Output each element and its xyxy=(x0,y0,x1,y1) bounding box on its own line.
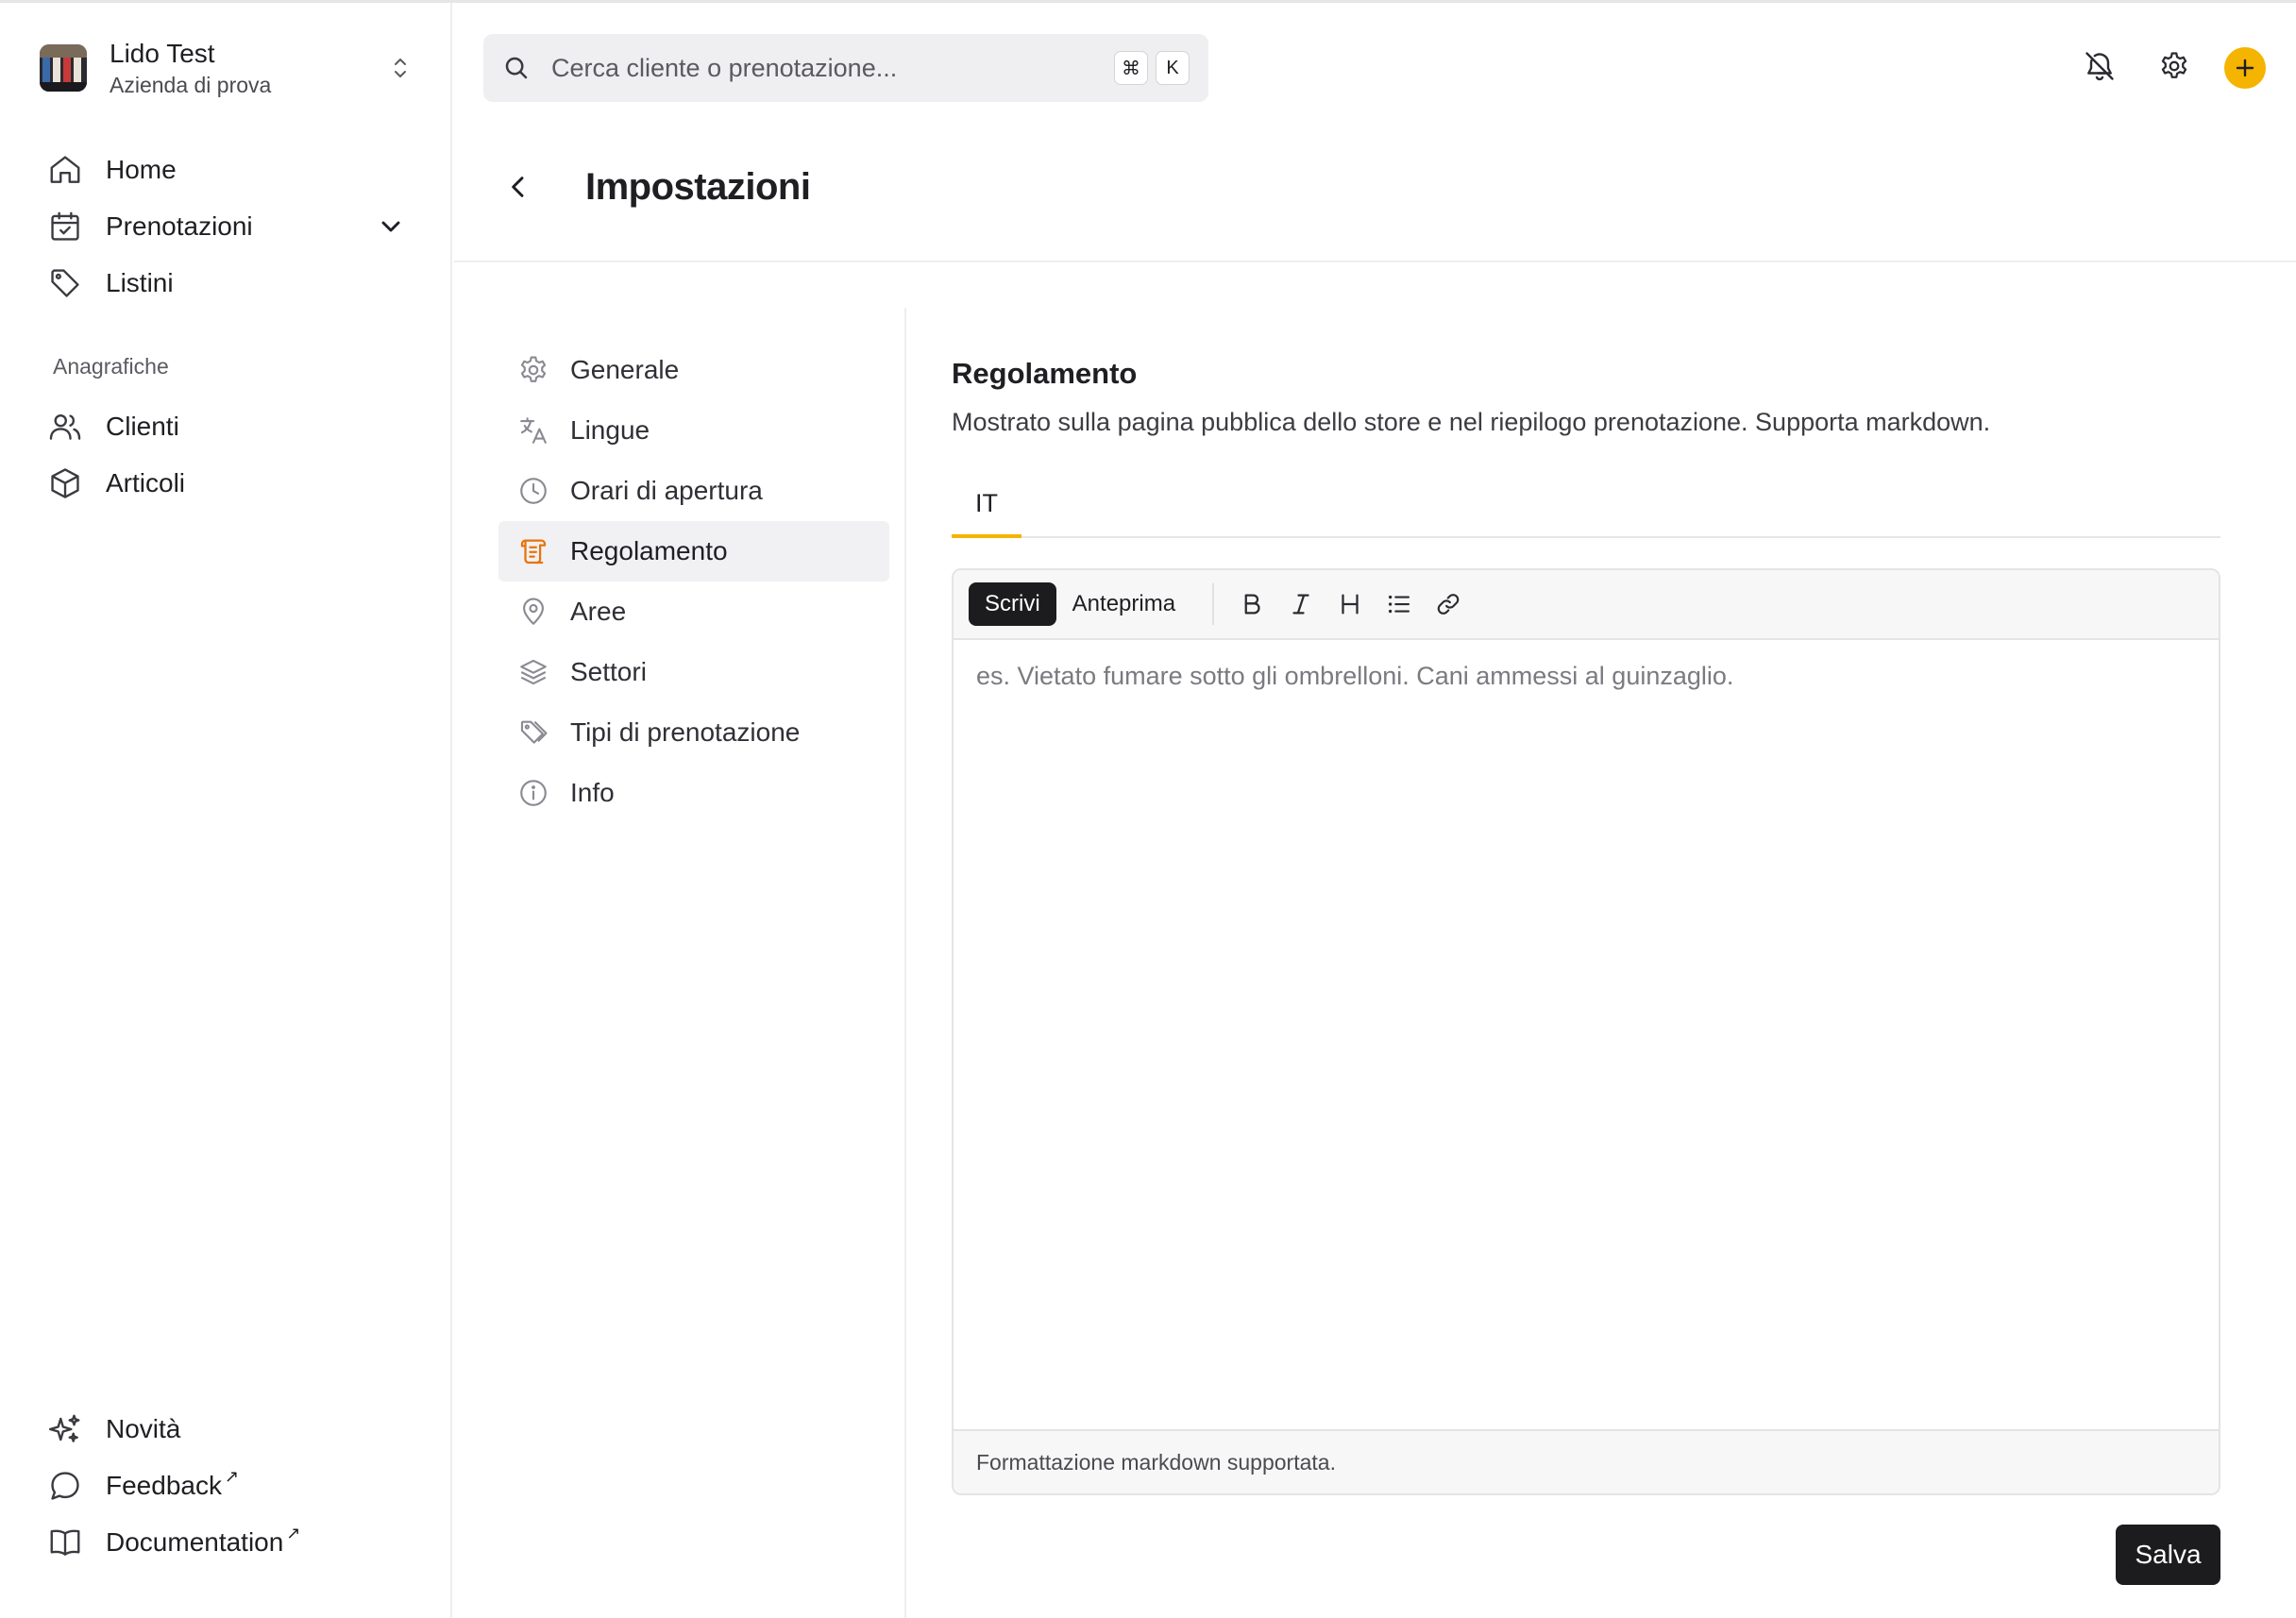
preview-mode-button[interactable]: Anteprima xyxy=(1056,582,1191,626)
translate-icon xyxy=(520,417,547,444)
settings-nav-regolamento[interactable]: Regolamento xyxy=(498,521,889,581)
link-button[interactable] xyxy=(1424,582,1473,626)
bold-icon xyxy=(1244,594,1260,615)
heading-icon xyxy=(1342,594,1359,615)
settings-nav-label: Tipi di prenotazione xyxy=(570,717,801,747)
map-pin-icon xyxy=(523,598,544,625)
back-arrow-icon[interactable] xyxy=(503,172,533,202)
settings-nav-info[interactable]: Info xyxy=(498,763,889,823)
clock-icon xyxy=(520,478,547,504)
chat-bubble-icon xyxy=(51,1472,79,1500)
sidebar-item-label: Listini xyxy=(106,268,174,297)
italic-button[interactable] xyxy=(1276,582,1325,626)
sidebar-item-label: Prenotazioni xyxy=(106,211,253,241)
settings-nav-divider xyxy=(904,308,906,1618)
rules-textarea[interactable] xyxy=(976,659,2196,1410)
sidebar-item-home[interactable]: Home xyxy=(47,148,406,192)
layers-icon xyxy=(520,659,547,685)
settings-nav-aree[interactable]: Aree xyxy=(498,581,889,642)
heading-button[interactable] xyxy=(1325,582,1375,626)
settings-nav-lingue[interactable]: Lingue xyxy=(498,400,889,461)
editor-toolbar: Scrivi Anteprima xyxy=(954,570,2219,640)
list-icon xyxy=(1389,595,1410,614)
settings-nav-label: Lingue xyxy=(570,415,650,445)
company-logo xyxy=(40,44,87,92)
sidebar-item-prenotazioni[interactable]: Prenotazioni xyxy=(47,205,406,248)
users-icon xyxy=(49,413,81,440)
page-title: Impostazioni xyxy=(585,166,811,208)
tag-icon xyxy=(51,269,79,297)
external-link-icon: ↗ xyxy=(286,1523,301,1542)
box-icon xyxy=(51,468,79,498)
settings-nav-orari[interactable]: Orari di apertura xyxy=(498,461,889,521)
chevron-down-icon[interactable] xyxy=(376,211,406,242)
calendar-check-icon xyxy=(51,211,79,241)
external-link-icon: ↗ xyxy=(224,1466,240,1486)
shortcut-key-cmd: ⌘ xyxy=(1114,51,1148,85)
settings-nav-label: Aree xyxy=(570,597,627,626)
company-switcher[interactable]: Lido Test Azienda di prova xyxy=(40,39,417,97)
sidebar-item-feedback[interactable]: Feedback ↗ xyxy=(47,1464,406,1508)
notifications-button[interactable] xyxy=(2081,47,2119,85)
settings-nav-label: Settori xyxy=(570,657,647,686)
settings-nav: Generale Lingue Orari di apertura Regola… xyxy=(498,340,889,823)
chevron-up-down-icon xyxy=(395,59,406,77)
active-tab-indicator xyxy=(952,534,1021,538)
sidebar: Lido Test Azienda di prova Home Prenotaz… xyxy=(0,3,452,1618)
editor-footer: Formattazione markdown supportata. xyxy=(954,1429,2219,1493)
markdown-editor: Scrivi Anteprima Formattazione markdown … xyxy=(952,568,2220,1495)
sparkles-icon xyxy=(48,1414,80,1442)
book-icon xyxy=(50,1529,80,1556)
sidebar-item-clienti[interactable]: Clienti xyxy=(47,405,406,448)
bold-button[interactable] xyxy=(1227,582,1276,626)
sidebar-item-label: Documentation xyxy=(106,1527,284,1557)
section-label-anagrafiche: Anagrafiche xyxy=(53,354,169,379)
search-icon xyxy=(505,57,528,79)
sidebar-item-documentation[interactable]: Documentation ↗ xyxy=(47,1521,406,1564)
settings-button[interactable] xyxy=(2155,47,2193,85)
gear-icon xyxy=(2161,52,2187,78)
sidebar-item-label: Articoli xyxy=(106,468,186,497)
settings-nav-label: Info xyxy=(570,778,615,807)
bell-off-icon xyxy=(2085,52,2114,81)
settings-nav-label: Regolamento xyxy=(570,536,728,565)
sidebar-item-label: Home xyxy=(106,155,177,184)
settings-nav-settori[interactable]: Settori xyxy=(498,642,889,702)
sidebar-item-label: Novità xyxy=(106,1414,181,1443)
sidebar-item-novita[interactable]: Novità xyxy=(47,1407,406,1451)
settings-nav-tipi-prenotazione[interactable]: Tipi di prenotazione xyxy=(498,702,889,763)
editor-content xyxy=(954,640,2219,1429)
scroll-icon xyxy=(520,539,547,565)
list-button[interactable] xyxy=(1375,582,1424,626)
plus-icon xyxy=(2236,59,2254,77)
shortcut-key-k: K xyxy=(1156,51,1190,85)
tab-it[interactable]: IT xyxy=(952,483,1021,538)
header-divider xyxy=(454,261,2296,262)
section-title: Regolamento xyxy=(952,357,1138,390)
language-tabs: IT xyxy=(952,483,2220,538)
gear-icon xyxy=(520,356,547,382)
link-icon xyxy=(1437,594,1460,615)
write-mode-button[interactable]: Scrivi xyxy=(969,582,1056,626)
info-icon xyxy=(520,780,547,806)
settings-nav-generale[interactable]: Generale xyxy=(498,340,889,400)
settings-nav-label: Orari di apertura xyxy=(570,476,763,505)
search-bar[interactable]: Cerca cliente o prenotazione... ⌘ K xyxy=(483,34,1208,102)
italic-icon xyxy=(1292,594,1309,615)
home-icon xyxy=(50,156,80,183)
company-subtitle: Azienda di prova xyxy=(110,73,272,97)
search-placeholder: Cerca cliente o prenotazione... xyxy=(551,53,898,82)
tags-icon xyxy=(520,720,548,744)
section-description: Mostrato sulla pagina pubblica dello sto… xyxy=(952,408,1991,436)
toolbar-divider xyxy=(1212,583,1215,625)
settings-nav-label: Generale xyxy=(570,355,680,384)
sidebar-item-articoli[interactable]: Articoli xyxy=(47,462,406,505)
add-button[interactable] xyxy=(2224,47,2266,89)
sidebar-item-label: Clienti xyxy=(106,412,179,441)
save-button[interactable]: Salva xyxy=(2116,1525,2220,1585)
sidebar-item-listini[interactable]: Listini xyxy=(47,261,406,305)
sidebar-item-label: Feedback xyxy=(106,1471,222,1500)
company-name: Lido Test xyxy=(110,39,215,68)
tab-label: IT xyxy=(975,489,998,517)
